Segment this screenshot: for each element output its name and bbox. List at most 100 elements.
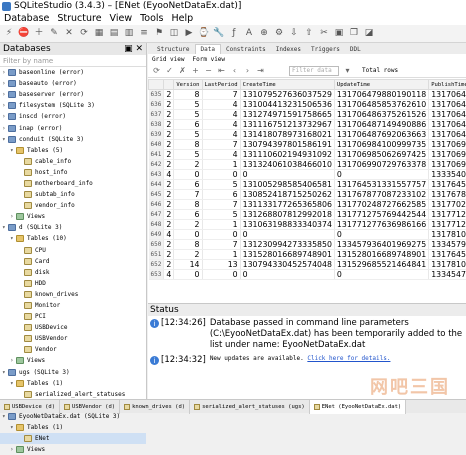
tree-node[interactable]: ›Views	[0, 444, 146, 455]
config-icon[interactable]: ⚙	[273, 28, 285, 40]
menu-database[interactable]: Database	[0, 13, 53, 24]
table-cell[interactable]: 130794330452574048	[240, 260, 334, 270]
table-cell[interactable]: 1	[202, 250, 240, 260]
table-row[interactable]: 6462871311331772653658061317702487276625…	[149, 200, 466, 210]
table-cell[interactable]: 1317064852	[429, 100, 466, 110]
tab-ddl[interactable]: DDL	[345, 45, 366, 54]
table-cell[interactable]: 1334579364	[429, 240, 466, 250]
table-cell[interactable]: 2	[164, 210, 174, 220]
table-cell[interactable]: 0	[334, 170, 428, 180]
table-cell[interactable]: 131706485853762610	[334, 100, 428, 110]
taskbar-window-item[interactable]: USBDevice (d)	[0, 400, 60, 414]
table-cell[interactable]: 5	[174, 110, 202, 120]
table-cell[interactable]: 7	[174, 190, 202, 200]
table-row[interactable]: 6372541312749715917586651317064863752615…	[149, 110, 466, 120]
tree-table-item[interactable]: cable_info	[0, 156, 146, 167]
connect-icon[interactable]: ⚡	[3, 28, 15, 40]
column-header[interactable]: UpdateTime	[334, 80, 428, 90]
table-cell[interactable]: 1317064871	[429, 120, 466, 130]
table-row[interactable]: 649400001317810150	[149, 230, 466, 240]
tree-database-item[interactable]: ›filesystem (SQLite 3)	[0, 100, 146, 111]
table-cell[interactable]: 131230994273335850	[240, 240, 334, 250]
table-cell[interactable]: 13	[202, 260, 240, 270]
tree-database-item[interactable]: ›inap (error)	[0, 122, 146, 133]
column-header[interactable]: Version	[174, 80, 202, 90]
table-cell[interactable]: 131706486375261526	[334, 110, 428, 120]
create-index-icon[interactable]: ≡	[138, 28, 150, 40]
import-icon[interactable]: ⇩	[288, 28, 300, 40]
table-cell[interactable]: 7	[202, 140, 240, 150]
table-cell[interactable]: 2	[164, 100, 174, 110]
taskbar-window-item[interactable]: serialized_alert_statuses (ugs)	[190, 400, 310, 414]
table-cell[interactable]: 0	[174, 170, 202, 180]
table-cell[interactable]: 1334547001	[429, 270, 466, 280]
table-cell[interactable]: 4	[164, 270, 174, 280]
table-cell[interactable]: 4	[202, 110, 240, 120]
insert-row-icon[interactable]: +	[191, 66, 200, 75]
taskbar-window-item[interactable]: known_drives (d)	[120, 400, 190, 414]
tree-node[interactable]: ▾Tables (1)	[0, 378, 146, 389]
table-cell[interactable]: 131706487149490886	[334, 120, 428, 130]
table-cell[interactable]: 131528016689748901	[334, 250, 428, 260]
table-cell[interactable]: 2	[164, 200, 174, 210]
table-cell[interactable]: 130794397801586191	[240, 140, 334, 150]
cascade-icon[interactable]: ❐	[348, 28, 360, 40]
menu-tools[interactable]: Tools	[136, 13, 167, 24]
table-cell[interactable]: 133457936401969275	[334, 240, 428, 250]
table-cell[interactable]: 1317810386	[429, 260, 466, 270]
table-cell[interactable]: 1317712757	[429, 210, 466, 220]
table-cell[interactable]: 131274971591758665	[240, 110, 334, 120]
table-cell[interactable]: 0	[240, 270, 334, 280]
tree-table-item[interactable]: USBVendor	[0, 333, 146, 344]
tab-constraints[interactable]: Constraints	[221, 45, 271, 54]
table-row[interactable]: 6412541311106021949310921317069850626974…	[149, 150, 466, 160]
table-cell[interactable]: 2	[164, 190, 174, 200]
export-icon[interactable]: ⇧	[303, 28, 315, 40]
table-cell[interactable]: 2	[164, 140, 174, 150]
table-cell[interactable]: 131706479880190118	[334, 90, 428, 100]
extension-icon[interactable]: ⊕	[258, 28, 270, 40]
create-trigger-icon[interactable]: ⚑	[153, 28, 165, 40]
table-cell[interactable]: 8	[174, 140, 202, 150]
table-cell[interactable]: 6	[174, 180, 202, 190]
table-cell[interactable]: 0	[240, 170, 334, 180]
table-cell[interactable]: 131116751213732967	[240, 120, 334, 130]
table-cell[interactable]: 6	[174, 120, 202, 130]
table-cell[interactable]: 2	[164, 90, 174, 100]
table-cell[interactable]: 131005298585406581	[240, 180, 334, 190]
table-cell[interactable]: 0	[334, 270, 428, 280]
sql-editor-icon[interactable]: ▶	[183, 28, 195, 40]
table-row[interactable]: 6392541314180789731680211317064876920636…	[149, 130, 466, 140]
table-cell[interactable]: 131268807812992018	[240, 210, 334, 220]
column-header[interactable]: PublishTime	[429, 80, 466, 90]
table-cell[interactable]: 2	[174, 220, 202, 230]
table-cell[interactable]: 131133177265365806	[240, 200, 334, 210]
remove-db-icon[interactable]: ✕	[63, 28, 75, 40]
table-row[interactable]: 6442651310052985854065811317645313315577…	[149, 180, 466, 190]
tab-data[interactable]: Data	[195, 44, 221, 54]
tree-node[interactable]: ›Views	[0, 211, 146, 222]
history-icon[interactable]: ⌚	[198, 28, 210, 40]
delete-table-icon[interactable]: ▥	[123, 28, 135, 40]
table-cell[interactable]: 4	[202, 120, 240, 130]
table-cell[interactable]: 2	[164, 250, 174, 260]
table-cell[interactable]: 131706487692063663	[334, 130, 428, 140]
tree-table-item[interactable]: motherboard_info	[0, 178, 146, 189]
table-row[interactable]: 6522141313079433045257404813152968552146…	[149, 260, 466, 270]
table-cell[interactable]: 1317069841	[429, 140, 466, 150]
table-cell[interactable]: 2	[164, 120, 174, 130]
taskbar-window-item[interactable]: USBVendor (d)	[60, 400, 120, 414]
table-row[interactable]: 6382641311167512137329671317064871494908…	[149, 120, 466, 130]
table-row[interactable]: 6362541310044132315065361317064858537626…	[149, 100, 466, 110]
tree-table-item[interactable]: subtab_info	[0, 189, 146, 200]
tab-form-view[interactable]: Form view	[193, 56, 226, 63]
function-icon[interactable]: ƒ	[228, 28, 240, 40]
tree-table-item[interactable]: USBDevice	[0, 322, 146, 333]
taskbar-window-item[interactable]: ENet (EyooNetDataEx.dat)	[310, 400, 406, 414]
table-cell[interactable]: 7	[202, 200, 240, 210]
table-cell[interactable]: 0	[174, 270, 202, 280]
tile-icon[interactable]: ▣	[333, 28, 345, 40]
table-cell[interactable]: 8	[174, 200, 202, 210]
filter-input[interactable]: Filter by name	[0, 55, 146, 67]
table-cell[interactable]: 1317645313	[429, 180, 466, 190]
